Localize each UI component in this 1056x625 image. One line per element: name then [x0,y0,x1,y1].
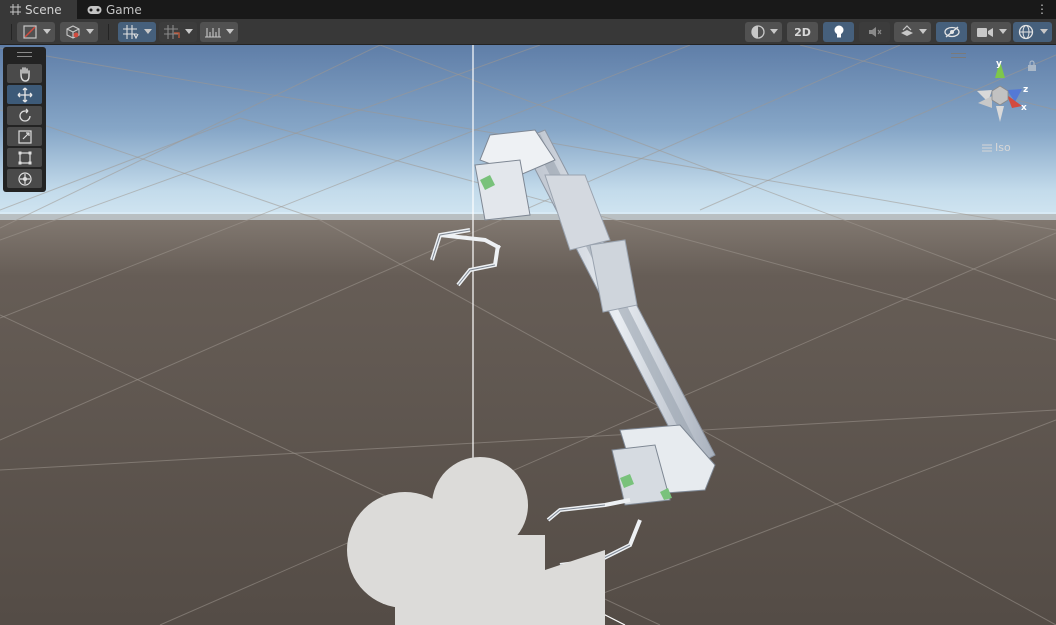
move-tool-icon [17,87,32,102]
rotate-tool-icon [18,108,31,122]
draw-mode-dropdown[interactable] [17,22,55,42]
tab-label: Game [106,2,142,17]
gizmo-neg-y-cone[interactable] [996,106,1004,122]
gizmo-z-label: z [1023,85,1029,95]
projection-toggle[interactable]: Iso [982,141,1011,154]
scene-viewport[interactable] [0,45,1056,625]
increment-snap-icon [164,25,180,39]
hidden-objects-toggle[interactable] [936,22,967,42]
tab-label: Scene [25,2,62,17]
scene-toolbar: 2D [0,19,1056,45]
toggle-2d-button[interactable]: 2D [787,22,818,42]
transform-tool-icon [17,171,32,186]
render-mode-dropdown[interactable] [745,22,782,42]
rotate-tool[interactable] [7,106,42,125]
transform-tool[interactable] [7,169,42,188]
shading-mode-dropdown[interactable] [60,22,98,42]
grid-snap-icon [123,25,139,39]
grid-snap-toggle[interactable] [118,22,156,42]
lighting-bulb-icon [834,25,843,38]
hand-tool[interactable] [7,64,42,83]
gizmo-drag-handle[interactable] [951,53,966,58]
camera-settings-dropdown[interactable] [971,22,1011,42]
hand-tool-icon [19,66,30,82]
rect-tool-icon [18,151,31,164]
move-tool[interactable] [7,85,42,104]
gizmos-dropdown[interactable] [1013,22,1052,42]
grid-icon [10,4,21,15]
toolbar-divider [108,24,109,40]
effects-icon [900,25,913,36]
scale-tool-icon [17,129,32,144]
gamepad-icon [87,5,102,14]
audio-toggle[interactable] [859,22,890,42]
tab-game[interactable]: Game [77,0,152,19]
gizmo-y-label: y [996,59,1002,69]
gizmo-x-label: x [1021,103,1027,113]
rect-tool[interactable] [7,148,42,167]
increment-snap-dropdown[interactable] [159,22,197,42]
ruler-dropdown[interactable] [200,22,238,42]
scale-tool[interactable] [7,127,42,146]
tab-bar: Scene Game ⋮ [0,0,1056,19]
scene-view-window: Scene Game ⋮ 2D y z x Iso [0,0,1056,625]
lighting-toggle[interactable] [823,22,854,42]
projection-label: Iso [995,141,1011,154]
toolbar-divider [11,24,12,40]
tools-overlay [3,47,46,192]
mode-2d-label: 2D [794,25,811,39]
tab-menu-kebab-icon[interactable]: ⋮ [1036,2,1048,16]
tab-scene[interactable]: Scene [0,0,77,19]
draw-mode-icon [23,25,37,39]
render-mode-icon [750,25,765,39]
projection-lines-icon [982,144,992,151]
tools-drag-handle[interactable] [17,52,32,57]
gizmos-icon [1018,24,1034,40]
audio-mute-icon [868,27,881,37]
shading-cube-icon [66,25,80,39]
hidden-objects-icon [943,26,960,38]
effects-dropdown[interactable] [894,22,931,42]
camera-icon [976,27,993,37]
gizmo-center-cube[interactable] [991,85,1009,106]
ruler-icon [205,28,221,38]
